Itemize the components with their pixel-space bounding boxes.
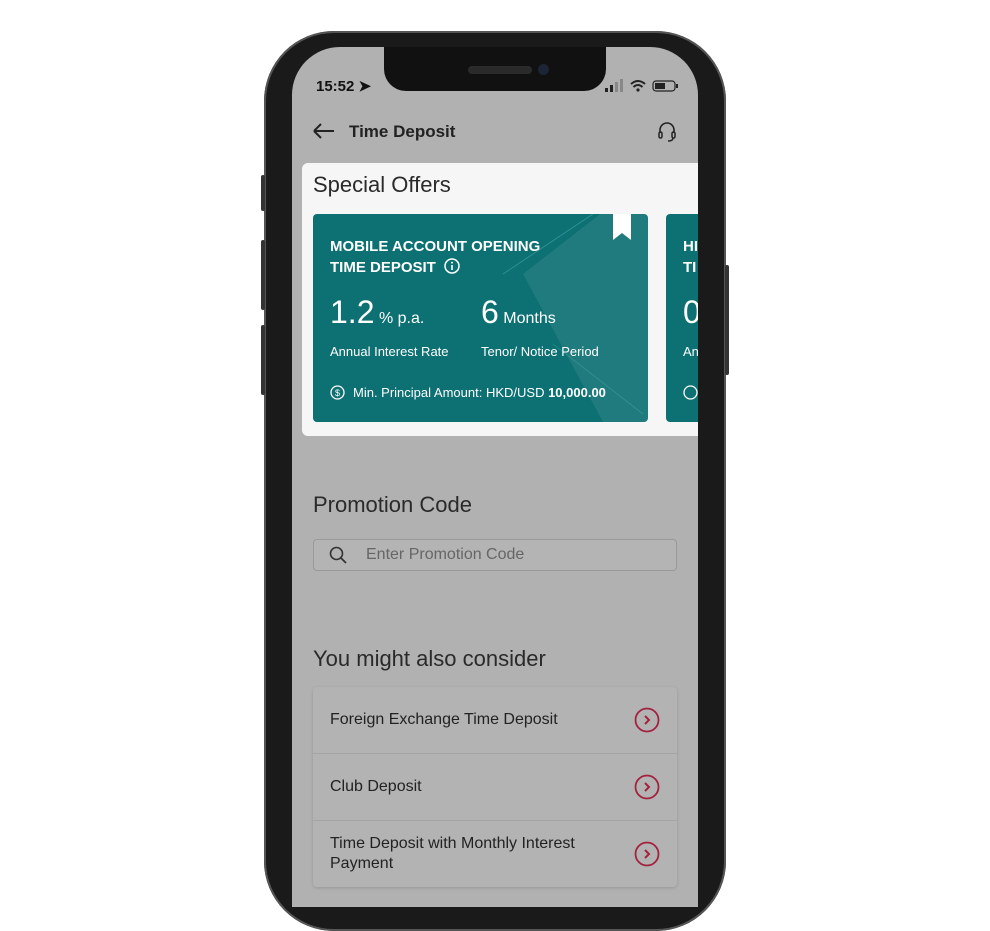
bookmark-icon [613, 214, 631, 240]
chevron-right-circle-icon [634, 707, 660, 733]
back-arrow-icon[interactable] [312, 123, 336, 139]
svg-text:$: $ [335, 388, 340, 398]
card-title-2: TIME DEPOSIT [330, 259, 436, 276]
list-item[interactable]: Time Deposit with Monthly Interest Payme… [313, 821, 677, 887]
item-label: Foreign Exchange Time Deposit [330, 711, 558, 728]
location-icon: ➤ [358, 78, 372, 95]
mute-switch [261, 175, 265, 211]
notch [384, 47, 606, 91]
interest-rate: 1.2 [330, 294, 375, 330]
section-heading: Special Offers [313, 172, 451, 197]
min-principal-label: Min. Principal Amount: HKD/USD [353, 385, 549, 400]
headset-icon[interactable] [656, 121, 678, 143]
min-principal-value: 10,000.00 [548, 385, 606, 400]
item-label: Club Deposit [330, 778, 422, 795]
special-offers-section: Special Offers MOBILE ACCOUNT OPENING TI… [302, 163, 698, 436]
page-title: Time Deposit [349, 122, 456, 141]
search-icon [329, 546, 347, 564]
interest-rate: 0 [683, 294, 698, 330]
chevron-right-circle-icon [634, 841, 660, 867]
dollar-coin-icon [683, 385, 698, 400]
rate-unit: % p.a. [378, 310, 425, 327]
tenor-unit: Months [503, 310, 556, 327]
promotion-placeholder: Enter Promotion Code [366, 546, 525, 563]
dollar-coin-icon: $ [330, 385, 345, 400]
list-item[interactable]: Club Deposit [313, 754, 677, 821]
volume-down-button [261, 325, 265, 395]
offer-card-2[interactable]: HI TI 0 An [666, 214, 698, 422]
info-icon[interactable] [444, 258, 460, 274]
card-title: HI [683, 238, 698, 255]
screen: 15:52 ➤ Time Deposit Special Offers MOBI… [292, 47, 698, 907]
promotion-heading: Promotion Code [313, 492, 472, 517]
consider-heading: You might also consider [313, 646, 546, 671]
power-button [725, 265, 729, 375]
status-time: 15:52 ➤ [316, 78, 372, 95]
chevron-right-circle-icon [634, 774, 660, 800]
card-title: MOBILE ACCOUNT OPENING [330, 238, 541, 255]
offer-card[interactable]: MOBILE ACCOUNT OPENING TIME DEPOSIT 1.2 … [313, 214, 648, 422]
rate-label: An [683, 344, 698, 359]
promotion-code-input[interactable]: Enter Promotion Code [313, 539, 677, 571]
item-label: Time Deposit with Monthly Interest Payme… [330, 835, 575, 872]
tenor-label: Tenor/ Notice Period [481, 344, 599, 359]
rate-label: Annual Interest Rate [330, 344, 449, 359]
card-title-2: TI [683, 259, 697, 276]
list-item[interactable]: Foreign Exchange Time Deposit [313, 687, 677, 754]
volume-up-button [261, 240, 265, 310]
status-icons [605, 79, 678, 92]
tenor: 6 [481, 294, 499, 330]
consider-list: Foreign Exchange Time Deposit Club Depos… [313, 687, 677, 887]
